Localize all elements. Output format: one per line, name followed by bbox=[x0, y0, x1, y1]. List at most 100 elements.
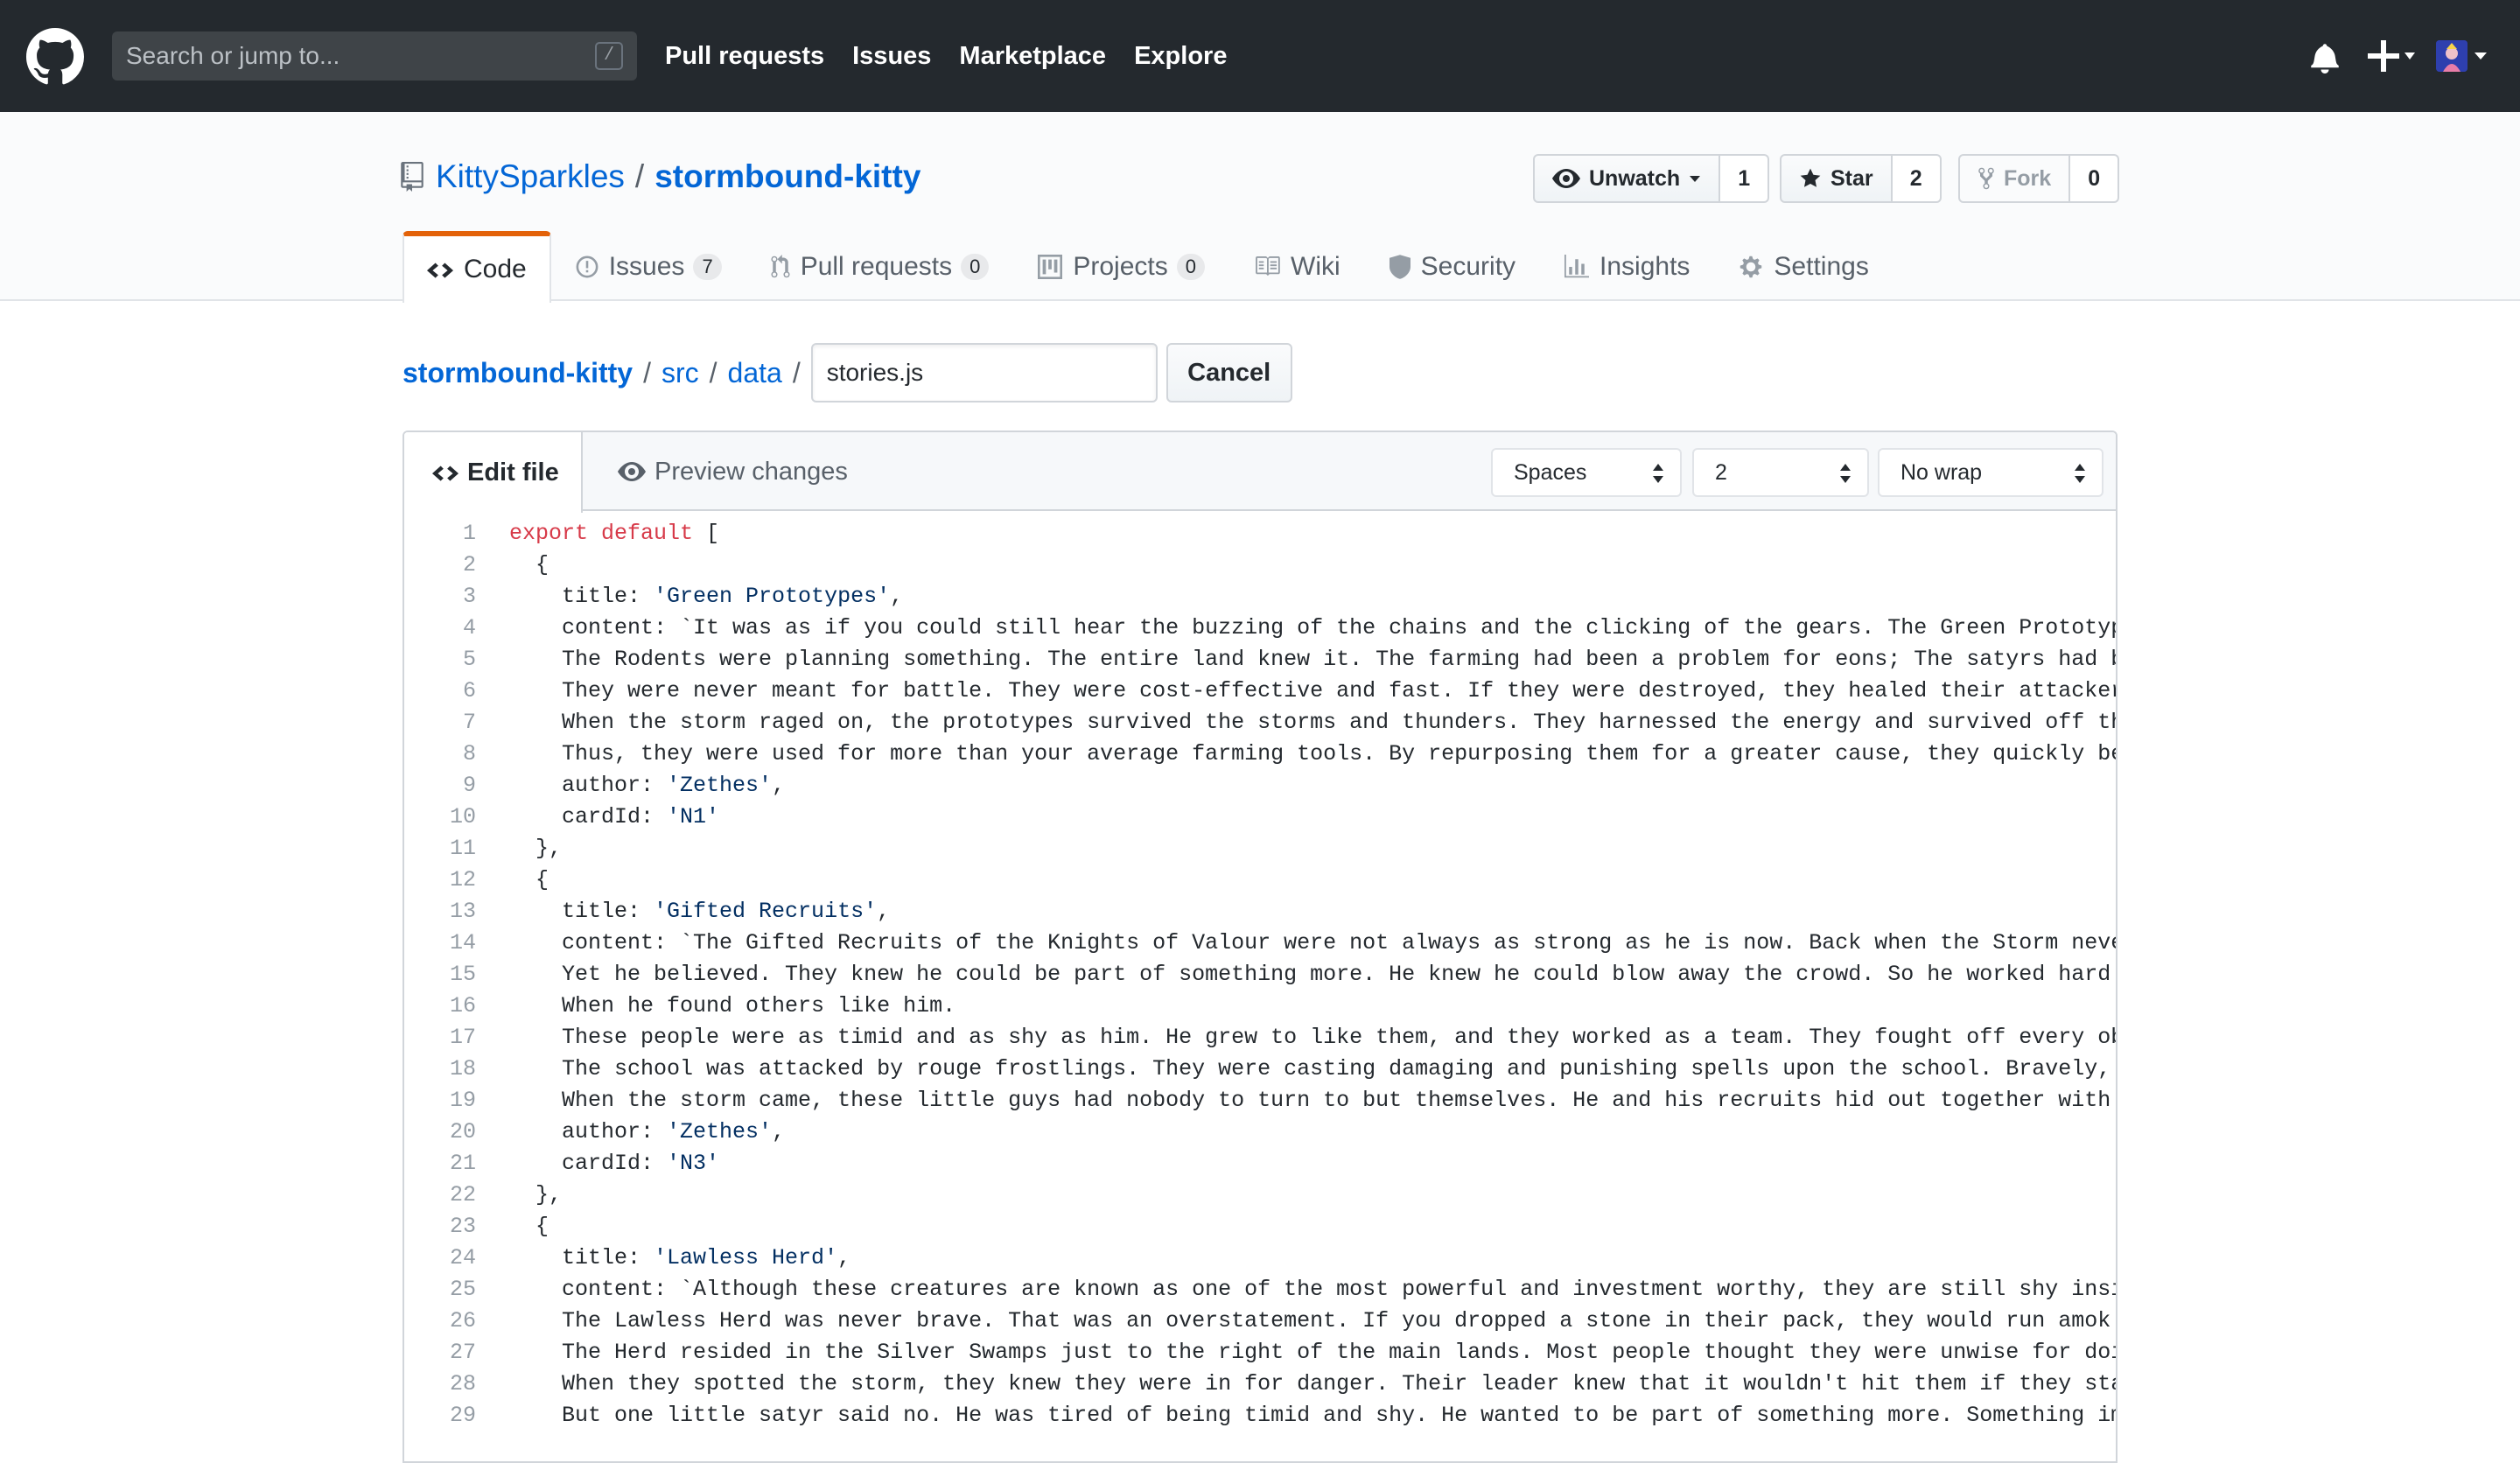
breadcrumb-src[interactable]: src bbox=[662, 357, 699, 389]
caret-down-icon bbox=[1690, 176, 1701, 182]
breadcrumb-data[interactable]: data bbox=[728, 357, 782, 389]
indent-mode-select[interactable]: Spaces bbox=[1491, 448, 1682, 497]
code-line[interactable]: 7 When the storm raged on, the prototype… bbox=[404, 707, 2116, 738]
breadcrumb-root[interactable]: stormbound-kitty bbox=[402, 357, 633, 389]
code-line[interactable]: 16 When he found others like him. bbox=[404, 990, 2116, 1022]
code-line[interactable]: 27 The Herd resided in the Silver Swamps… bbox=[404, 1337, 2118, 1368]
tab-code[interactable]: Code bbox=[402, 231, 551, 303]
tab-wiki[interactable]: Wiki bbox=[1229, 231, 1365, 301]
code-line[interactable]: 4 content: `It was as if you could still… bbox=[404, 612, 2118, 644]
eye-icon bbox=[1552, 169, 1580, 188]
line-number: 10 bbox=[449, 804, 476, 830]
code-line[interactable]: 1 export default [ bbox=[404, 518, 2116, 550]
code-line[interactable]: 22 }, bbox=[404, 1180, 2116, 1211]
repo-owner-link[interactable]: KittySparkles bbox=[436, 158, 625, 195]
edit-file-label: Edit file bbox=[467, 458, 559, 486]
code-line[interactable]: 5 The Rodents were planning something. T… bbox=[404, 644, 2116, 676]
code-line[interactable]: 24 title: 'Lawless Herd', bbox=[404, 1242, 2116, 1274]
code-line[interactable]: 25 content: `Although these creatures ar… bbox=[404, 1274, 2118, 1306]
watchers-count[interactable]: 1 bbox=[1720, 154, 1770, 203]
filename-input[interactable] bbox=[810, 343, 1158, 402]
code-line[interactable]: 18 The school was attacked by rouge fros… bbox=[404, 1054, 2116, 1085]
github-logo-icon[interactable] bbox=[26, 28, 84, 86]
tab-projects-label: Projects bbox=[1073, 252, 1168, 281]
search-input[interactable] bbox=[112, 32, 584, 80]
line-content: When he found others like him. bbox=[509, 993, 956, 1018]
line-content: Thus, they were used for more than your … bbox=[509, 741, 2118, 766]
code-editor[interactable]: 1 export default [2 {3 title: 'Green Prot… bbox=[404, 513, 2118, 1461]
unwatch-button[interactable]: Unwatch bbox=[1533, 154, 1721, 203]
unwatch-label: Unwatch bbox=[1589, 165, 1681, 191]
tab-pull-requests[interactable]: Pull requests 0 bbox=[746, 231, 1014, 301]
tab-insights-label: Insights bbox=[1600, 252, 1690, 281]
code-line[interactable]: 11 }, bbox=[404, 833, 2116, 864]
code-line[interactable]: 6 They were never meant for battle. They… bbox=[404, 676, 2116, 707]
eye-icon bbox=[618, 462, 646, 481]
line-content: content: `Although these creatures are k… bbox=[509, 1277, 2118, 1302]
code-line[interactable]: 8 Thus, they were used for more than you… bbox=[404, 738, 2118, 770]
graph-icon bbox=[1564, 255, 1590, 278]
cancel-button[interactable]: Cancel bbox=[1166, 343, 1292, 402]
nav-issues[interactable]: Issues bbox=[852, 42, 931, 71]
line-number: 28 bbox=[449, 1371, 476, 1396]
line-content: These people were as timid and as shy as… bbox=[509, 1025, 2118, 1050]
edit-file-tab[interactable]: Edit file bbox=[404, 432, 583, 513]
chevron-down-icon[interactable] bbox=[2474, 52, 2487, 60]
wrap-mode-select[interactable]: No wrap bbox=[1878, 448, 2104, 497]
code-line[interactable]: 12 { bbox=[404, 864, 2116, 896]
preview-changes-tab[interactable]: Preview changes bbox=[618, 432, 848, 511]
code-line[interactable]: 21 cardId: 'N3' bbox=[404, 1148, 2116, 1180]
nav-pull-requests[interactable]: Pull requests bbox=[665, 42, 824, 71]
code-line[interactable]: 23 { bbox=[404, 1211, 2116, 1242]
tab-projects[interactable]: Projects 0 bbox=[1013, 231, 1229, 301]
repo-nav: Code Issues 7 Pull requests 0 Projects 0… bbox=[402, 231, 1894, 303]
star-button[interactable]: Star bbox=[1780, 154, 1893, 203]
code-line[interactable]: 9 author: 'Zethes', bbox=[404, 770, 2116, 802]
code-line[interactable]: 10 cardId: 'N1' bbox=[404, 802, 2116, 833]
code-line[interactable]: 13 title: 'Gifted Recruits', bbox=[404, 896, 2116, 928]
tab-issues[interactable]: Issues 7 bbox=[551, 231, 746, 301]
repo-title-separator: / bbox=[634, 158, 645, 194]
nav-marketplace[interactable]: Marketplace bbox=[959, 42, 1106, 71]
code-line[interactable]: 19 When the storm came, these little guy… bbox=[404, 1085, 2116, 1116]
file-editor: Edit file Preview changes Spaces 2 No wr… bbox=[402, 430, 2118, 1463]
code-icon bbox=[427, 262, 453, 278]
nav-explore[interactable]: Explore bbox=[1134, 42, 1227, 71]
bell-icon[interactable] bbox=[2310, 42, 2340, 74]
line-content: content: `It was as if you could still h… bbox=[509, 615, 2118, 640]
line-content: { bbox=[509, 867, 550, 892]
code-line[interactable]: 20 author: 'Zethes', bbox=[404, 1116, 2116, 1148]
avatar[interactable] bbox=[2436, 40, 2468, 72]
tab-pull-requests-label: Pull requests bbox=[800, 252, 953, 281]
stargazers-count[interactable]: 2 bbox=[1892, 154, 1942, 203]
code-line[interactable]: 14 content: `The Gifted Recruits of the … bbox=[404, 928, 2116, 959]
fork-icon bbox=[1978, 167, 1994, 190]
shield-icon bbox=[1389, 255, 1410, 279]
header-nav: Pull requests Issues Marketplace Explore bbox=[665, 0, 1255, 112]
code-line[interactable]: 2 { bbox=[404, 550, 2116, 581]
forks-count[interactable]: 0 bbox=[2070, 154, 2120, 203]
fork-button[interactable]: Fork bbox=[1958, 154, 2071, 203]
repo-title: KittySparkles / stormbound-kitty bbox=[401, 158, 920, 196]
indent-size-select[interactable]: 2 bbox=[1692, 448, 1869, 497]
line-number: 16 bbox=[449, 993, 476, 1018]
pull-request-icon bbox=[771, 255, 790, 278]
code-line[interactable]: 28 When they spotted the storm, they kne… bbox=[404, 1368, 2116, 1400]
code-line[interactable]: 26 The Lawless Herd was never brave. Tha… bbox=[404, 1306, 2116, 1337]
code-line[interactable]: 15 Yet he believed. They knew he could b… bbox=[404, 959, 2116, 990]
repo-name-link[interactable]: stormbound-kitty bbox=[654, 158, 920, 195]
plus-dropdown-icon[interactable] bbox=[2364, 38, 2417, 74]
line-content: author: 'Zethes', bbox=[509, 1119, 786, 1144]
code-line[interactable]: 29 But one little satyr said no. He was … bbox=[404, 1400, 2116, 1432]
tab-security[interactable]: Security bbox=[1365, 231, 1540, 301]
code-line[interactable]: 17 These people were as timid and as shy… bbox=[404, 1022, 2118, 1054]
code-icon bbox=[432, 466, 458, 481]
code-line[interactable]: 3 title: 'Green Prototypes', bbox=[404, 581, 2116, 612]
global-search[interactable]: / bbox=[112, 32, 637, 80]
gear-icon bbox=[1740, 256, 1762, 278]
tab-insights[interactable]: Insights bbox=[1540, 231, 1714, 301]
line-content: The Herd resided in the Silver Swamps ju… bbox=[509, 1340, 2118, 1365]
fork-label: Fork bbox=[2004, 165, 2052, 191]
pull-requests-counter: 0 bbox=[961, 254, 990, 280]
tab-settings[interactable]: Settings bbox=[1714, 231, 1893, 301]
